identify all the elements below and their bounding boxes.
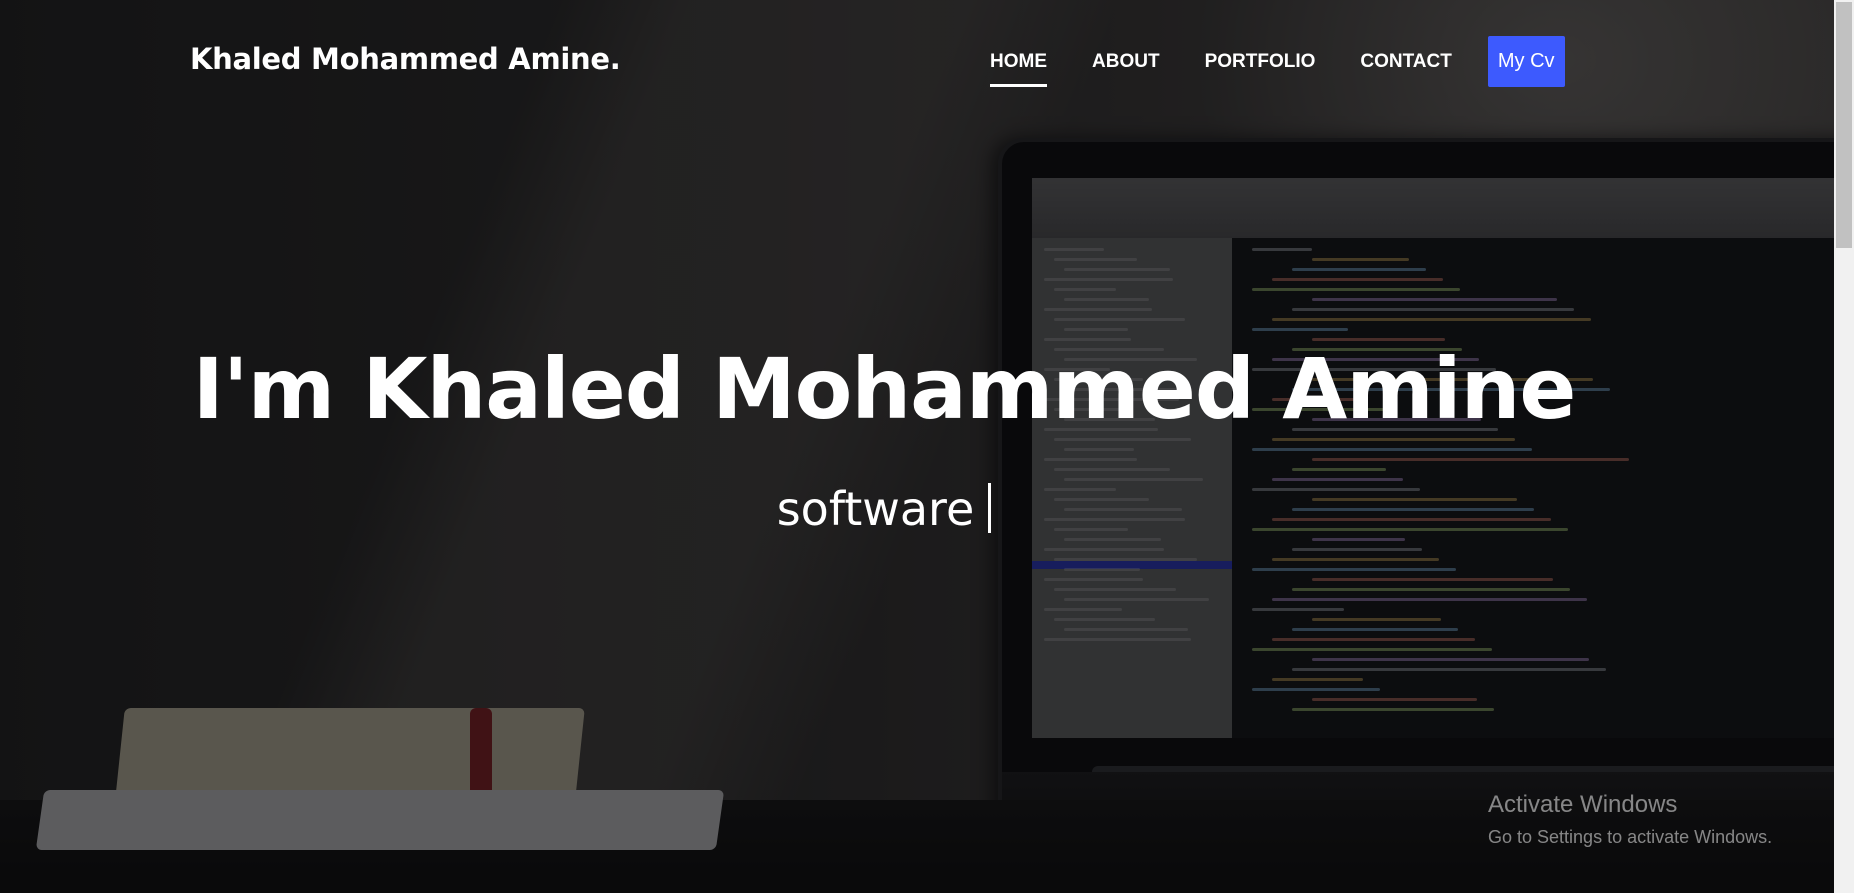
page: Khaled Mohammed Amine. HOME ABOUT PORTFO…: [0, 0, 1854, 893]
windows-activation-watermark: Activate Windows Go to Settings to activ…: [1488, 791, 1772, 848]
my-cv-button[interactable]: My Cv: [1487, 36, 1565, 87]
nav-link-home[interactable]: HOME: [990, 37, 1047, 87]
site-header: Khaled Mohammed Amine. HOME ABOUT PORTFO…: [0, 0, 1834, 120]
scrollbar-thumb[interactable]: [1836, 2, 1852, 248]
hero-dark-overlay: [0, 0, 1834, 893]
typed-text: software: [776, 482, 975, 536]
nav-link-contact[interactable]: CONTACT: [1360, 37, 1451, 87]
page-scrollbar[interactable]: [1834, 0, 1854, 893]
hero-typed-subtitle: software: [0, 482, 1768, 536]
watermark-subtitle: Go to Settings to activate Windows.: [1488, 827, 1773, 847]
main-nav: HOME ABOUT PORTFOLIO CONTACT My Cv: [990, 36, 1565, 87]
watermark-title: Activate Windows: [1488, 791, 1678, 818]
brand-logo-text[interactable]: Khaled Mohammed Amine.: [190, 42, 621, 76]
hero-title: I'm Khaled Mohammed Amine: [192, 340, 1577, 438]
nav-link-portfolio[interactable]: PORTFOLIO: [1205, 37, 1316, 87]
nav-link-about[interactable]: ABOUT: [1092, 37, 1160, 87]
typing-cursor: [988, 483, 992, 533]
